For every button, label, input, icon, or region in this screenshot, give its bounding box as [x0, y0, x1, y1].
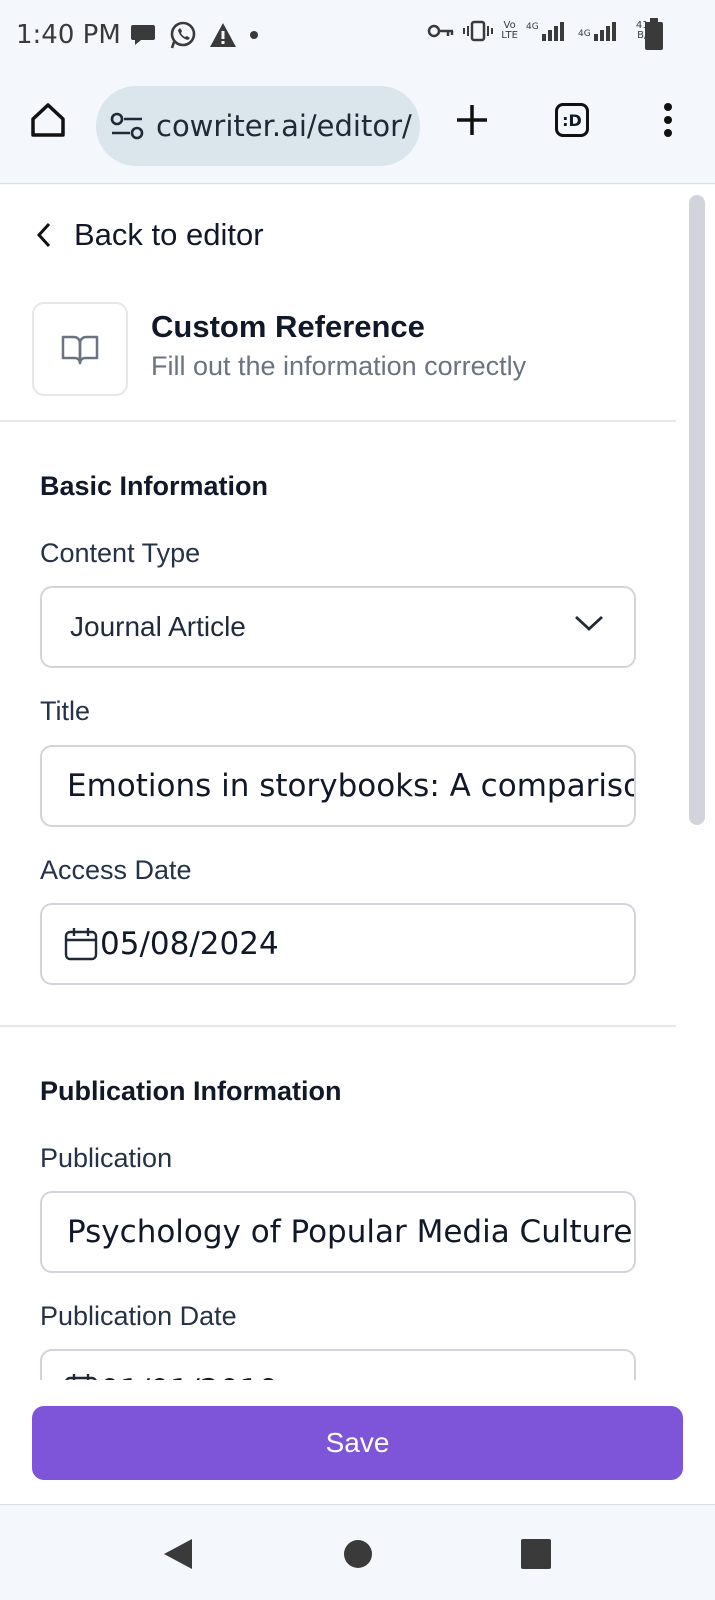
chevron-down-icon [575, 615, 603, 631]
title-label: Title [40, 696, 91, 726]
url-text: cowriter.ai/editor/ [156, 109, 412, 143]
access-date-label: Access Date [40, 855, 192, 885]
divider [0, 420, 676, 422]
browser-toolbar: cowriter.ai/editor/ :D [0, 72, 715, 184]
basic-information-heading: Basic Information [40, 471, 269, 501]
publication-date-label: Publication Date [40, 1301, 237, 1331]
status-time: 1:40 PM [16, 20, 121, 50]
tab-count: :D [555, 103, 589, 137]
status-system-icons: Vo LTE 4G 4G 414 B/S [427, 20, 655, 42]
svg-text:4G: 4G [526, 22, 539, 32]
warning-icon [210, 23, 236, 47]
publication-value: Psychology of Popular Media Culture [67, 1214, 633, 1250]
book-open-icon [61, 335, 99, 365]
tab-switcher-button[interactable]: :D [540, 88, 604, 152]
content-type-label: Content Type [40, 538, 201, 568]
publication-input[interactable]: Psychology of Popular Media Culture [40, 1191, 636, 1273]
publication-label: Publication [40, 1143, 173, 1173]
signal-icon-2: 4G [578, 22, 616, 41]
title-value: Emotions in storybooks: A comparison [67, 768, 636, 804]
title-input[interactable]: Emotions in storybooks: A comparison [40, 745, 636, 827]
save-bar: Save [0, 1380, 715, 1505]
publication-information-heading: Publication Information [40, 1076, 342, 1106]
system-navigation-bar [0, 1506, 715, 1600]
recents-nav-button[interactable] [514, 1532, 558, 1576]
circle-home-icon [344, 1540, 372, 1568]
divider [0, 1025, 676, 1027]
chevron-left-icon [36, 222, 51, 248]
address-bar[interactable]: cowriter.ai/editor/ [96, 86, 420, 166]
access-date-value: 05/08/2024 [100, 926, 279, 962]
site-settings-icon [110, 112, 144, 140]
plus-icon [457, 105, 487, 135]
key-icon [428, 24, 454, 38]
battery-icon [645, 18, 663, 50]
back-label: Back to editor [74, 217, 264, 252]
square-recents-icon [521, 1539, 551, 1569]
svg-text:4G: 4G [578, 29, 591, 39]
calendar-icon [64, 928, 98, 961]
home-icon [31, 103, 65, 137]
vibrate-icon [463, 20, 494, 42]
access-date-input[interactable]: 05/08/2024 [40, 903, 636, 985]
save-button[interactable]: Save [32, 1406, 683, 1480]
more-vertical-icon [664, 103, 672, 137]
new-tab-button[interactable] [440, 88, 504, 152]
chat-bubble-icon [131, 25, 155, 45]
back-nav-button[interactable] [156, 1532, 200, 1576]
home-button[interactable] [16, 88, 80, 152]
back-to-editor-link[interactable]: Back to editor [36, 213, 264, 257]
triangle-back-icon [164, 1539, 192, 1569]
whatsapp-icon [170, 21, 196, 49]
page-subtitle: Fill out the information correctly [151, 351, 527, 381]
page-title: Custom Reference [151, 309, 425, 344]
status-bar: 1:40 PM Vo LTE 4G 4G [0, 0, 715, 72]
browser-menu-button[interactable] [636, 88, 700, 152]
dot-icon [250, 31, 258, 39]
status-notification-icons [130, 20, 260, 50]
scrollbar[interactable] [689, 195, 705, 825]
home-nav-button[interactable] [336, 1532, 380, 1576]
signal-icon: 4G [526, 22, 564, 41]
page-content: Back to editor Custom Reference Fill out… [0, 185, 715, 1505]
reference-icon-box [32, 302, 128, 396]
content-type-value: Journal Article [70, 611, 246, 642]
lte-indicator: Vo LTE [501, 20, 518, 41]
content-type-select[interactable]: Journal Article [40, 586, 636, 668]
